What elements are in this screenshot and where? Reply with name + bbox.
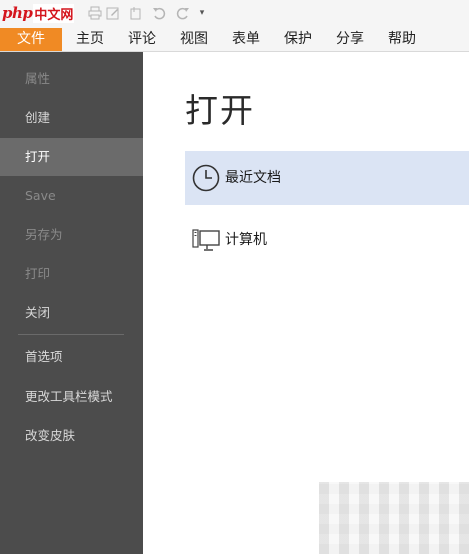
place-computer[interactable]: 计算机 (185, 213, 469, 267)
sidebar-item-preferences[interactable]: 首选项 (0, 338, 143, 376)
place-label: 计算机 (225, 232, 267, 248)
tab-form[interactable]: 表单 (222, 28, 270, 51)
sidebar-item-properties[interactable]: 属性 (0, 60, 143, 98)
sidebar-item-toolbar-mode[interactable]: 更改工具栏模式 (0, 378, 143, 416)
ribbon-tabs: 文件 主页 评论 视图 表单 保护 分享 帮助 (0, 28, 469, 52)
site-logo: php 中文网 (2, 3, 75, 23)
tab-file[interactable]: 文件 (0, 28, 62, 51)
redo-icon[interactable] (176, 6, 190, 20)
tab-protect[interactable]: 保护 (274, 28, 322, 51)
sidebar-item-change-skin[interactable]: 改变皮肤 (0, 417, 143, 455)
logo-cn-text: 中文网 (33, 3, 75, 23)
tab-share[interactable]: 分享 (326, 28, 374, 51)
computer-icon (191, 225, 221, 255)
sidebar-item-save[interactable]: Save (0, 177, 143, 215)
clock-icon (191, 163, 221, 193)
tab-view[interactable]: 视图 (170, 28, 218, 51)
tab-help[interactable]: 帮助 (378, 28, 426, 51)
print-icon[interactable] (88, 6, 102, 20)
customize-dropdown-icon[interactable]: ▾ (197, 6, 207, 20)
mosaic-overlay (319, 482, 469, 554)
sidebar-divider (18, 334, 124, 335)
logo-php-text: php (2, 4, 33, 22)
sidebar-item-print[interactable]: 打印 (0, 255, 143, 293)
attach-icon[interactable] (128, 6, 142, 20)
place-label: 最近文档 (225, 170, 281, 186)
undo-icon[interactable] (152, 6, 166, 20)
backstage-sidebar: 属性 创建 打开 Save 另存为 打印 关闭 首选项 更改工具栏模式 改变皮肤 (0, 52, 143, 554)
place-recent-documents[interactable]: 最近文档 (185, 151, 469, 205)
tab-comment[interactable]: 评论 (118, 28, 166, 51)
sidebar-item-open[interactable]: 打开 (0, 138, 143, 176)
open-pane: 打开 最近文档 计算机 (143, 52, 469, 554)
sidebar-item-create[interactable]: 创建 (0, 99, 143, 137)
edit-icon[interactable] (106, 6, 120, 20)
tab-home[interactable]: 主页 (66, 28, 114, 51)
quick-access-toolbar: php 中文网 ▾ (0, 0, 469, 28)
sidebar-item-close[interactable]: 关闭 (0, 294, 143, 332)
page-title: 打开 (185, 91, 255, 130)
sidebar-item-save-as[interactable]: 另存为 (0, 216, 143, 254)
